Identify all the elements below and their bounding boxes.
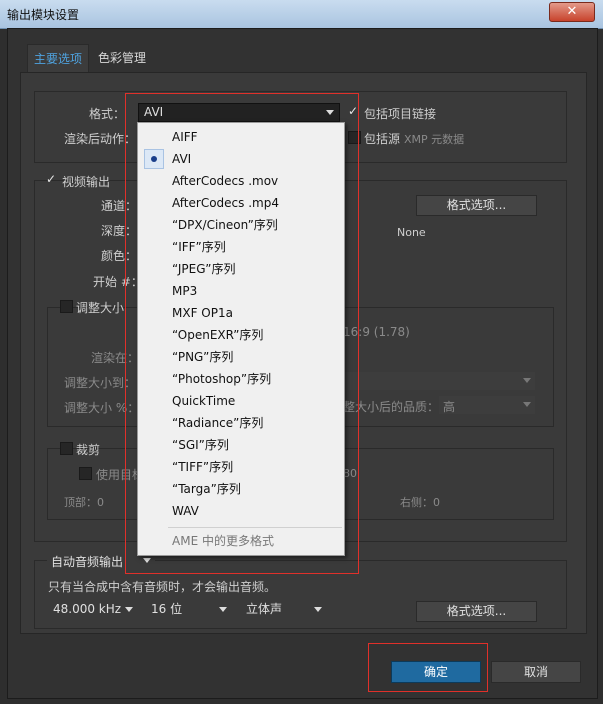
tab-main-options[interactable]: 主要选项	[27, 44, 90, 73]
crop-top-label: 顶部：0	[64, 496, 104, 509]
resize-preset-dropdown[interactable]	[343, 372, 535, 390]
audio-output-label: 自动音频输出	[51, 555, 124, 569]
chevron-down-icon	[314, 607, 322, 612]
video-format-options-button[interactable]: 格式选项...	[416, 195, 537, 216]
window-title: 输出模块设置	[7, 8, 80, 22]
audio-channels-value: 立体声	[246, 602, 283, 616]
use-roi-checkbox[interactable]	[79, 467, 92, 480]
audio-channels-dropdown[interactable]: 立体声	[241, 601, 327, 620]
resize-quality-dropdown[interactable]: 高	[439, 396, 535, 414]
video-output-label: 视频输出	[62, 175, 111, 189]
crop-checkbox[interactable]	[60, 442, 73, 455]
tab-color-management[interactable]: 色彩管理	[92, 44, 152, 72]
audio-sample-rate-value: 48.000 kHz	[53, 602, 122, 616]
resize-quality-value: 高	[443, 400, 456, 414]
output-module-settings-window: 输出模块设置 ✕ 主要选项 色彩管理 格式： AVI ✓ 包括项目链接 渲染后动…	[0, 0, 603, 704]
chevron-down-icon	[523, 402, 531, 407]
audio-bit-depth-value: 16 位	[151, 602, 183, 616]
audio-bit-depth-dropdown[interactable]: 16 位	[146, 601, 232, 620]
resize-checkbox[interactable]	[60, 300, 73, 313]
xmp-metadata-label: XMP 元数据	[404, 133, 465, 146]
codec-none-text: None	[397, 226, 426, 239]
resize-label: 调整大小	[76, 301, 125, 315]
crop-label: 裁剪	[76, 443, 101, 457]
video-output-checkbox[interactable]: ✓	[46, 172, 56, 186]
highlight-box-format-menu	[125, 93, 359, 574]
include-project-link-label: 包括项目链接	[364, 107, 437, 121]
title-bar: 输出模块设置 ✕	[0, 0, 603, 29]
chevron-down-icon	[219, 607, 227, 612]
format-label: 格式：	[89, 107, 126, 121]
crop-right-label: 右侧：0	[400, 496, 440, 509]
audio-sample-rate-dropdown[interactable]: 48.000 kHz	[48, 601, 138, 620]
close-button[interactable]: ✕	[549, 2, 595, 22]
include-source-label: 包括源	[364, 132, 401, 146]
cancel-button[interactable]: 取消	[491, 661, 581, 683]
chevron-down-icon	[523, 378, 531, 383]
audio-note: 只有当合成中含有音频时，才会输出音频。	[48, 580, 277, 594]
audio-format-options-button[interactable]: 格式选项...	[416, 601, 537, 622]
chevron-down-icon	[125, 607, 133, 612]
highlight-box-ok	[368, 643, 488, 692]
